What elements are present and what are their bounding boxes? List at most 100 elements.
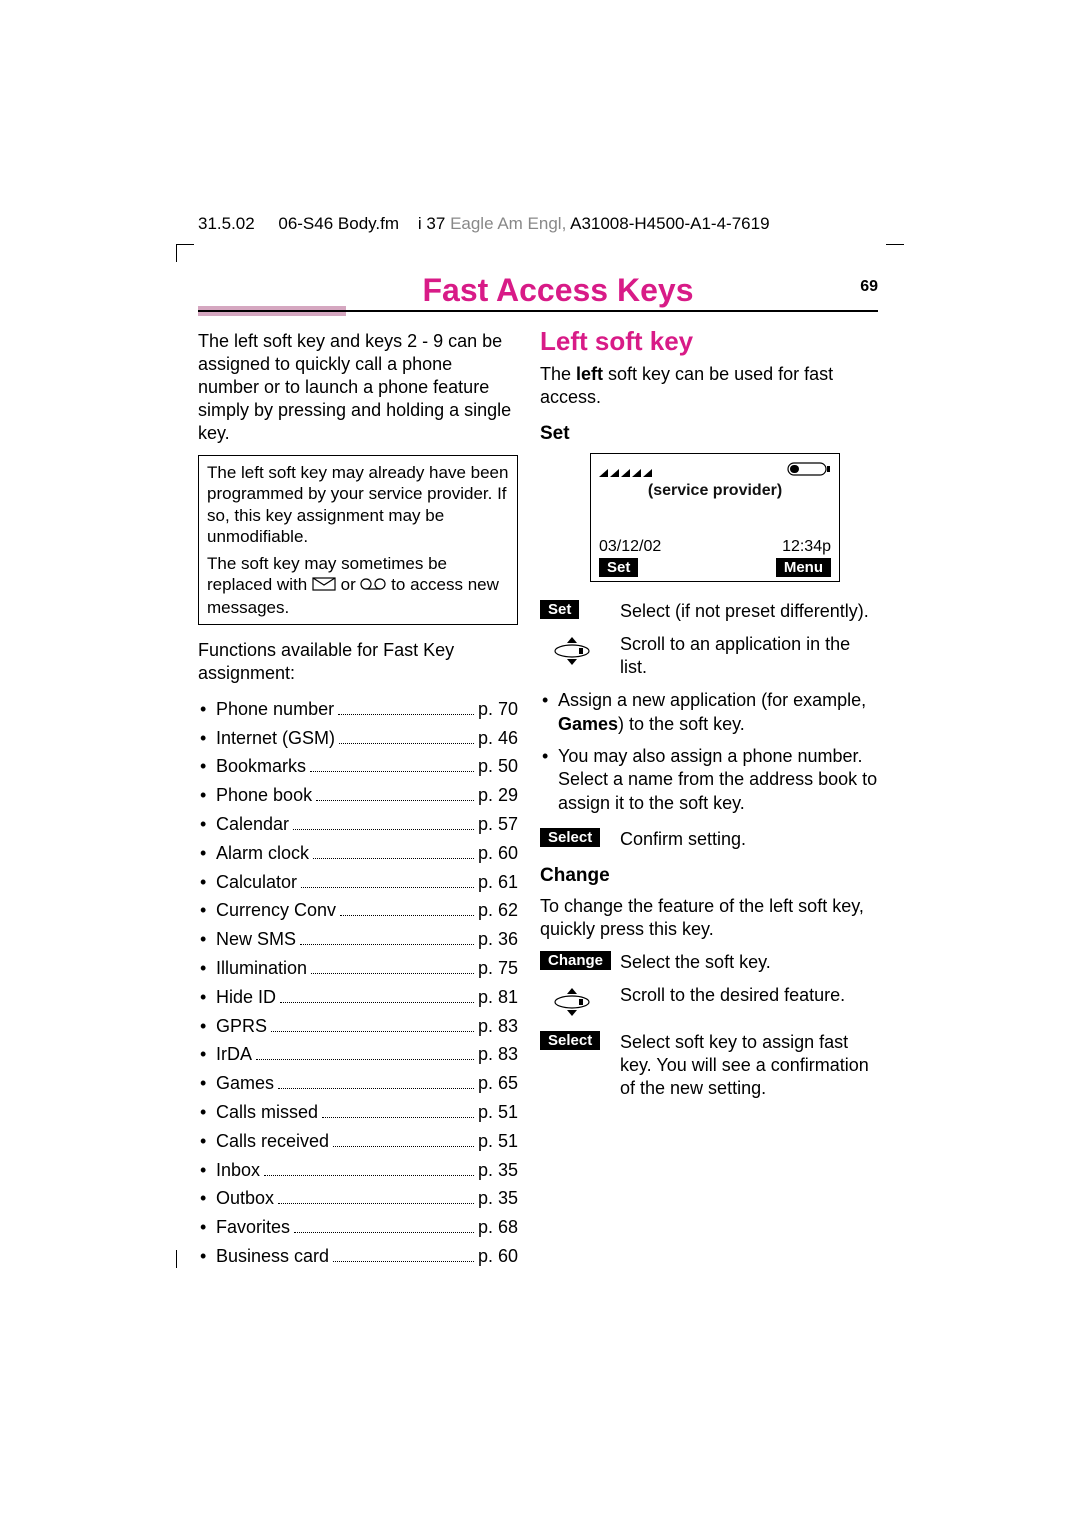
meta-grey: Eagle Am Engl, (450, 214, 566, 233)
toc-item: Calls missed p. 51 (198, 1098, 518, 1127)
toc-page: p. 75 (478, 954, 518, 983)
toc-dots (316, 785, 474, 801)
change-softkey-label: Change (540, 951, 611, 970)
toc-item: GPRSp. 83 (198, 1012, 518, 1041)
toc-item: Phone numberp. 70 (198, 695, 518, 724)
toc-page: p. 60 (478, 839, 518, 868)
sb1-post: ) to the soft key. (618, 714, 745, 734)
toc-page: p. 68 (478, 1213, 518, 1242)
toc-name: Calendar (216, 810, 289, 839)
note-box: The left soft key may already have been … (198, 455, 518, 625)
toc-dots (322, 1102, 474, 1118)
toc-dots (338, 699, 474, 715)
toc-dots (310, 756, 474, 772)
toc-page: p. 35 (478, 1156, 518, 1185)
toc-dots (271, 1015, 474, 1031)
softkey-right: Menu (776, 558, 831, 577)
step-label: Set (540, 600, 620, 623)
softkey-left: Set (599, 558, 638, 577)
set-bullet-1: Assign a new application (for example, G… (540, 689, 880, 737)
scroll-icon (552, 637, 592, 670)
toc-name: Inbox (216, 1156, 260, 1185)
toc-page: p. 36 (478, 925, 518, 954)
change-step-1: Change Select the soft key. (540, 951, 880, 974)
step-text: Select (if not preset differently). (620, 600, 869, 623)
toc-page: p. 35 (478, 1184, 518, 1213)
toc-name: Outbox (216, 1184, 274, 1213)
toc-name: Calculator (216, 868, 297, 897)
change-step-3: Select Select soft key to assign fast ke… (540, 1031, 880, 1100)
section-heading: Left soft key (540, 326, 880, 357)
toc-page: p. 83 (478, 1040, 518, 1069)
toc-page: p. 65 (478, 1069, 518, 1098)
toc-dots (340, 900, 474, 916)
toc-item: Business cardp. 60 (198, 1242, 518, 1271)
toc-page: p. 50 (478, 752, 518, 781)
envelope-icon (312, 575, 336, 596)
toc-dots (294, 1217, 474, 1233)
toc-page: p. 51 (478, 1127, 518, 1156)
toc-name: Games (216, 1069, 274, 1098)
meta-idx: i 37 (418, 214, 445, 233)
change-heading: Change (540, 865, 880, 887)
step-label: Select (540, 1031, 620, 1100)
toc-name: Internet (GSM) (216, 724, 335, 753)
set-confirm: Select Confirm setting. (540, 828, 880, 851)
toc-dots (280, 987, 474, 1003)
toc-dots (311, 958, 474, 974)
toc-dots (339, 727, 474, 743)
toc-name: Phone number (216, 695, 334, 724)
sb2-pre: You may also assign a phone number. Sele… (558, 746, 877, 814)
toc-item: Internet (GSM)p. 46 (198, 724, 518, 753)
crop-mark-tr (886, 244, 904, 262)
change-intro: To change the feature of the left soft k… (540, 895, 880, 941)
toc-page: p. 29 (478, 781, 518, 810)
toc-dots (313, 843, 474, 859)
toc-page: p. 83 (478, 1012, 518, 1041)
toc-item: Bookmarksp. 50 (198, 752, 518, 781)
voicemail-icon (360, 575, 386, 596)
phone-time: 12:34p (782, 538, 831, 556)
set-step-2: Scroll to an application in the list. (540, 633, 880, 679)
toc-dots (300, 929, 474, 945)
toc-page: p. 60 (478, 1242, 518, 1271)
toc-page: p. 61 (478, 868, 518, 897)
toc-page: p. 57 (478, 810, 518, 839)
phone-provider: (service provider) (599, 482, 831, 500)
crop-mark-br (886, 1250, 904, 1268)
toc-dots (333, 1246, 474, 1262)
step-label: Change (540, 951, 620, 974)
phone-spacer (599, 500, 831, 536)
signal-icon (599, 461, 653, 477)
meta-code: A31008-H4500-A1-4-7619 (570, 214, 769, 233)
toc-item: Calendar p. 57 (198, 810, 518, 839)
crop-mark-tl (176, 244, 194, 262)
toc-item: Phone bookp. 29 (198, 781, 518, 810)
meta-file: 06-S46 Body.fm (278, 214, 399, 233)
phone-screen-mock: (service provider) 03/12/02 12:34p Set M… (590, 453, 840, 582)
header-meta: 31.5.02 06-S46 Body.fm i 37 Eagle Am Eng… (198, 214, 770, 234)
select-softkey-label: Select (540, 1031, 600, 1050)
function-list: Phone numberp. 70 Internet (GSM)p. 46 Bo… (198, 695, 518, 1271)
page-title: Fast Access Keys (348, 272, 768, 309)
ri-a: The (540, 364, 576, 384)
battery-icon (787, 462, 831, 476)
note-line-1: The left soft key may already have been … (207, 462, 509, 547)
right-column: Left soft key The left soft key can be u… (540, 326, 880, 1110)
toc-name: Currency Conv (216, 896, 336, 925)
step-text: Confirm setting. (620, 828, 746, 851)
toc-page: p. 51 (478, 1098, 518, 1127)
left-column: The left soft key and keys 2 - 9 can be … (198, 330, 518, 1271)
toc-name: Calls received (216, 1127, 329, 1156)
toc-name: Illumination (216, 954, 307, 983)
step-text: Select the soft key. (620, 951, 771, 974)
toc-dots (278, 1073, 474, 1089)
sb1-pre: Assign a new application (for example, (558, 690, 866, 710)
toc-name: Calls missed (216, 1098, 318, 1127)
set-bullets: Assign a new application (for example, G… (540, 689, 880, 816)
toc-item: Hide IDp. 81 (198, 983, 518, 1012)
change-step-2: Scroll to the desired feature. (540, 984, 880, 1021)
toc-item: Currency Convp. 62 (198, 896, 518, 925)
toc-dots (256, 1044, 474, 1060)
set-bullet-2: You may also assign a phone number. Sele… (540, 745, 880, 816)
